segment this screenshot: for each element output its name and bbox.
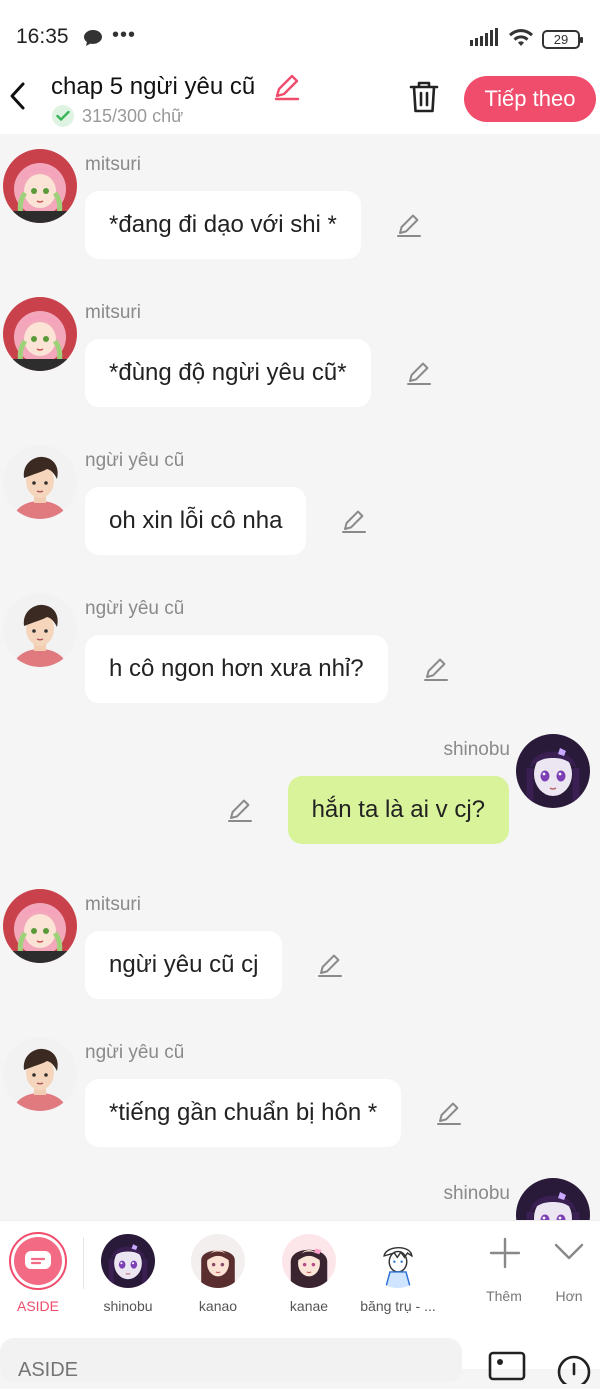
- sender-name: shinobu: [443, 1183, 510, 1204]
- character-name: shinobu: [103, 1298, 153, 1314]
- message-row[interactable]: ngừi yêu cũ *tiếng gần chuẩn bị hôn *: [0, 1022, 600, 1170]
- input-bar: [0, 1328, 600, 1389]
- word-count-text: 315/300 chữ: [82, 105, 184, 126]
- chevron-down-icon: [554, 1243, 584, 1260]
- character-avatar: [371, 1234, 425, 1288]
- edit-message-icon[interactable]: [226, 796, 254, 824]
- message-row[interactable]: mitsuri ngừi yêu cũ cj: [0, 874, 600, 1022]
- aside-ring[interactable]: [9, 1232, 67, 1290]
- plus-icon: [489, 1237, 521, 1269]
- avatar[interactable]: [3, 445, 77, 519]
- avatar[interactable]: [3, 1037, 77, 1111]
- edit-message-icon[interactable]: [316, 951, 344, 979]
- wifi-icon: [508, 27, 534, 52]
- message-bubble-icon: [83, 29, 103, 52]
- message-bubble[interactable]: hắn ta là ai v cj?: [287, 776, 509, 844]
- character-name: kanae: [289, 1298, 329, 1314]
- message-row[interactable]: shinobu hắn ta là ai v cj?: [0, 726, 600, 874]
- battery-icon: 29: [542, 30, 583, 49]
- avatar[interactable]: [3, 149, 77, 223]
- edit-title-icon[interactable]: [272, 72, 302, 107]
- trash-icon[interactable]: [408, 80, 440, 119]
- sender-name: ngừi yêu cũ: [85, 598, 185, 619]
- edit-message-icon[interactable]: [405, 359, 433, 387]
- signal-icon: [470, 28, 500, 51]
- more-characters-button[interactable]: Hơn: [539, 1221, 599, 1329]
- message-row[interactable]: shinobu: [0, 1170, 600, 1220]
- status-time: 16:35: [16, 25, 69, 48]
- word-count: 315/300 chữ: [52, 105, 183, 127]
- character-avatar: [191, 1234, 245, 1288]
- message-bubble[interactable]: *đang đi dạo với shi *: [85, 191, 361, 259]
- more-label: Hơn: [555, 1288, 583, 1304]
- add-label: Thêm: [486, 1288, 522, 1304]
- avatar[interactable]: [3, 593, 77, 667]
- character-avatar: [101, 1234, 155, 1288]
- back-arrow-icon[interactable]: [6, 80, 28, 112]
- message-bubble[interactable]: h cô ngon hơn xưa nhỉ?: [85, 635, 388, 703]
- character-option[interactable]: shinobu: [83, 1221, 173, 1329]
- character-bar: ASIDE shinobu kanao kanae băng trụ - ... Th…: [0, 1220, 600, 1328]
- character-option[interactable]: kanae: [264, 1221, 354, 1329]
- avatar[interactable]: [3, 889, 77, 963]
- add-character-button[interactable]: Thêm: [474, 1221, 534, 1329]
- message-bubble[interactable]: ngừi yêu cũ cj: [85, 931, 283, 999]
- next-button[interactable]: Tiếp theo: [464, 76, 596, 122]
- character-avatar: [282, 1234, 336, 1288]
- avatar[interactable]: [3, 297, 77, 371]
- avatar[interactable]: [516, 1178, 590, 1220]
- sender-name: ngừi yêu cũ: [85, 1042, 185, 1063]
- character-name: băng trụ - ...: [360, 1298, 436, 1314]
- chat-list: mitsuri *đang đi dạo với shi * mitsuri *đùn…: [0, 134, 600, 1220]
- message-input[interactable]: [0, 1338, 462, 1382]
- message-row[interactable]: mitsuri *đùng độ ngừi yêu cũ*: [0, 282, 600, 430]
- message-bubble[interactable]: *tiếng gần chuẩn bị hôn *: [85, 1079, 402, 1147]
- avatar[interactable]: [516, 734, 590, 808]
- check-icon: [52, 105, 74, 127]
- message-row[interactable]: ngừi yêu cũ oh xin lỗi cô nha: [0, 430, 600, 578]
- message-row[interactable]: mitsuri *đang đi dạo với shi *: [0, 134, 600, 282]
- message-bubble[interactable]: *đùng độ ngừi yêu cũ*: [85, 339, 371, 407]
- message-row[interactable]: ngừi yêu cũ h cô ngon hơn xưa nhỉ?: [0, 578, 600, 726]
- edit-message-icon[interactable]: [435, 1099, 463, 1127]
- send-icon[interactable]: [556, 1354, 592, 1389]
- editor-header: chap 5 ngừi yêu cũ 315/300 chữ Tiếp theo: [0, 72, 600, 134]
- sender-name: mitsuri: [85, 302, 141, 323]
- aside-icon: [14, 1237, 62, 1285]
- sender-name: shinobu: [443, 739, 510, 760]
- edit-message-icon[interactable]: [340, 507, 368, 535]
- more-status-icon: •••: [112, 24, 137, 46]
- sender-name: ngừi yêu cũ: [85, 450, 185, 471]
- aside-label: ASIDE: [16, 1298, 59, 1314]
- character-option[interactable]: băng trụ - ...: [353, 1221, 443, 1329]
- status-bar: 16:35 ••• 29: [0, 0, 600, 72]
- character-option[interactable]: kanao: [173, 1221, 263, 1329]
- sender-name: mitsuri: [85, 894, 141, 915]
- character-name: kanao: [198, 1298, 238, 1314]
- sender-name: mitsuri: [85, 154, 141, 175]
- chapter-title[interactable]: chap 5 ngừi yêu cũ: [51, 73, 255, 101]
- edit-message-icon[interactable]: [395, 211, 423, 239]
- edit-message-icon[interactable]: [422, 655, 450, 683]
- message-bubble[interactable]: oh xin lỗi cô nha: [85, 487, 307, 555]
